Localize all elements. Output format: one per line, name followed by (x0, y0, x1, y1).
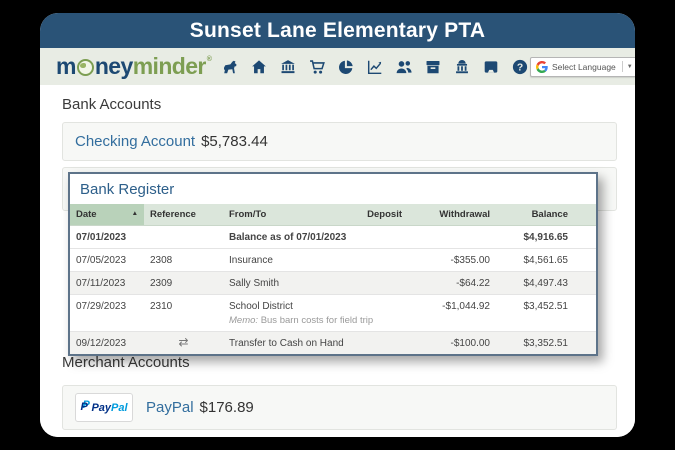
logo-text-money: m (56, 53, 76, 80)
organization-title-bar: Sunset Lane Elementary PTA (40, 13, 635, 48)
google-g-icon (536, 61, 548, 73)
cell-withdrawal (408, 226, 496, 249)
cart-icon[interactable] (308, 57, 327, 76)
paypal-p-icon: PP (80, 401, 90, 415)
checking-account-row: Checking Account $5,783.44 (62, 122, 617, 161)
language-selector-label: Select Language (552, 62, 616, 72)
cell-reference: 2308 (144, 249, 223, 272)
cell-withdrawal: -$355.00 (408, 249, 496, 272)
home-icon[interactable] (250, 57, 269, 76)
register-row[interactable]: 07/05/2023 2308 Insurance -$355.00 $4,56… (70, 249, 596, 272)
cell-date: 07/05/2023 (70, 249, 144, 272)
sort-ascending-icon: ▲ (132, 210, 138, 217)
bank-register-title: Bank Register (70, 174, 596, 204)
column-header-withdrawal[interactable]: Withdrawal (408, 204, 496, 226)
column-header-deposit[interactable]: Deposit (340, 204, 408, 226)
cell-reference: 2310 (144, 295, 223, 332)
transfer-icon: ⇄ (178, 335, 188, 349)
cell-from-to: Sally Smith (223, 272, 340, 295)
column-header-from-to[interactable]: From/To (223, 204, 340, 226)
cell-from-to: Balance as of 07/01/2023 (223, 226, 340, 249)
language-selector[interactable]: Select Language ▼ (530, 57, 635, 77)
payee-name: School District (229, 301, 334, 312)
chevron-down-icon: ▼ (627, 64, 633, 70)
cell-date: 07/11/2023 (70, 272, 144, 295)
pie-chart-icon[interactable] (337, 57, 356, 76)
page-body: Bank Accounts Checking Account $5,783.44… (40, 85, 635, 437)
cell-balance: $4,561.65 (496, 249, 596, 272)
cell-from-to: Insurance (223, 249, 340, 272)
paypal-logo-text-pal: Pal (111, 402, 128, 414)
register-row-opening-balance[interactable]: 07/01/2023 Balance as of 07/01/2023 $4,9… (70, 226, 596, 249)
cell-from-to: School District Memo: Bus barn costs for… (223, 295, 340, 332)
checking-account-link[interactable]: Checking Account (75, 133, 195, 150)
cell-date: 09/12/2023 (70, 332, 144, 355)
register-row[interactable]: 07/29/2023 2310 School District Memo: Bu… (70, 295, 596, 332)
toolbar-nav-icons: ? (221, 57, 530, 76)
capitol-icon[interactable] (453, 57, 472, 76)
cell-reference (144, 226, 223, 249)
cell-deposit (340, 249, 408, 272)
register-row-transfer[interactable]: 09/12/2023 ⇄ Transfer to Cash on Hand -$… (70, 332, 596, 355)
users-icon[interactable] (395, 57, 414, 76)
screenshot-stage: Sunset Lane Elementary PTA mneyminder® (0, 0, 675, 450)
bank-icon[interactable] (279, 57, 298, 76)
help-icon[interactable]: ? (511, 57, 530, 76)
cell-withdrawal: -$1,044.92 (408, 295, 496, 332)
horse-icon[interactable] (221, 57, 240, 76)
paypal-account-row: PP PayPal PayPal $176.89 (62, 385, 617, 430)
memo-line: Memo: Bus barn costs for field trip (229, 315, 334, 326)
app-window: Sunset Lane Elementary PTA mneyminder® (40, 13, 635, 437)
checking-account-balance: $5,783.44 (201, 133, 268, 150)
organization-title: Sunset Lane Elementary PTA (190, 19, 485, 43)
cell-balance: $4,497.43 (496, 272, 596, 295)
register-header-row: ▲Date Reference From/To Deposit Withdraw… (70, 204, 596, 226)
merchant-accounts-heading: Merchant Accounts (62, 354, 190, 371)
bank-register-table: ▲Date Reference From/To Deposit Withdraw… (70, 204, 596, 354)
cell-balance: $3,352.51 (496, 332, 596, 355)
cell-withdrawal: -$64.22 (408, 272, 496, 295)
main-toolbar: mneyminder® (40, 48, 635, 85)
cell-reference: 2309 (144, 272, 223, 295)
svg-text:?: ? (517, 62, 523, 73)
bank-accounts-heading: Bank Accounts (62, 96, 161, 113)
column-header-reference[interactable]: Reference (144, 204, 223, 226)
paypal-logo-badge: PP PayPal (75, 393, 133, 422)
register-row[interactable]: 07/11/2023 2309 Sally Smith -$64.22 $4,4… (70, 272, 596, 295)
globe-icon (77, 59, 94, 76)
line-chart-icon[interactable] (366, 57, 385, 76)
cell-withdrawal: -$100.00 (408, 332, 496, 355)
paypal-logo-text-pay: Pay (91, 402, 111, 414)
registered-trademark: ® (207, 56, 212, 63)
cell-date: 07/29/2023 (70, 295, 144, 332)
logo-text-minder: minder (133, 53, 206, 80)
cell-deposit (340, 332, 408, 355)
cell-balance: $3,452.51 (496, 295, 596, 332)
logo-text-ney: ney (95, 53, 133, 80)
moneyminder-logo[interactable]: mneyminder® (56, 53, 212, 80)
inbox-icon[interactable] (482, 57, 501, 76)
paypal-account-link[interactable]: PayPal (146, 399, 194, 416)
paypal-account-balance: $176.89 (200, 399, 254, 416)
cell-from-to: Transfer to Cash on Hand (223, 332, 340, 355)
cell-deposit (340, 272, 408, 295)
cell-date: 07/01/2023 (70, 226, 144, 249)
cell-deposit (340, 226, 408, 249)
column-header-balance[interactable]: Balance (496, 204, 596, 226)
cell-balance: $4,916.65 (496, 226, 596, 249)
divider (622, 61, 623, 72)
column-header-date[interactable]: ▲Date (70, 204, 144, 226)
bank-register-popup: Bank Register ▲Date Reference From/To De… (68, 172, 598, 356)
cell-reference: ⇄ (144, 332, 223, 355)
archive-icon[interactable] (424, 57, 443, 76)
